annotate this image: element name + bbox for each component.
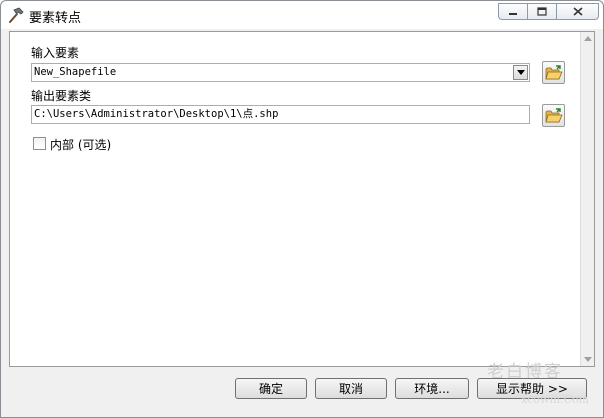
folder-open-icon: [544, 107, 563, 122]
input-features-label: 输入要素: [31, 46, 80, 60]
inside-optional-label: 内部 (可选): [50, 138, 112, 152]
browse-input-button[interactable]: [542, 61, 565, 84]
output-feature-class-value: C:\Users\Administrator\Desktop\1\点.shp: [34, 108, 279, 120]
watermark-url: xc0wm.Com: [520, 393, 589, 406]
output-feature-class-label: 输出要素类: [31, 89, 92, 103]
browse-output-button[interactable]: [542, 104, 565, 127]
close-button[interactable]: [556, 3, 599, 20]
folder-open-icon: [544, 64, 563, 79]
input-features-value: New_Shapefile: [34, 66, 117, 78]
parameters-panel: 输入要素 New_Shapefile 输出要素类 C:\Users\Admini…: [9, 31, 595, 367]
window-title: 要素转点: [29, 11, 82, 26]
scroll-down-icon[interactable]: [584, 357, 592, 362]
inside-checkbox[interactable]: [33, 137, 46, 150]
cancel-button[interactable]: 取消: [315, 378, 387, 399]
input-features-combobox[interactable]: New_Shapefile: [31, 63, 530, 82]
ok-button[interactable]: 确定: [235, 378, 307, 399]
vertical-scrollbar[interactable]: [580, 32, 594, 366]
maximize-button[interactable]: [527, 3, 557, 20]
maximize-icon: [537, 7, 547, 16]
title-bar[interactable]: 要素转点: [1, 1, 603, 29]
minimize-button[interactable]: [498, 3, 528, 20]
hammer-icon: [9, 7, 24, 23]
environments-button[interactable]: 环境...: [395, 378, 469, 399]
chevron-down-icon: [516, 70, 525, 75]
minimize-icon: [509, 12, 517, 15]
tool-dialog: 要素转点 输入要素 New_Shapefile 输出要素类 C:\Users\A…: [0, 0, 604, 418]
close-icon: [572, 7, 583, 16]
scroll-up-icon[interactable]: [584, 36, 592, 41]
caption-buttons: [498, 3, 599, 20]
output-feature-class-input[interactable]: C:\Users\Administrator\Desktop\1\点.shp: [31, 105, 530, 124]
combobox-dropdown-button[interactable]: [513, 65, 528, 80]
